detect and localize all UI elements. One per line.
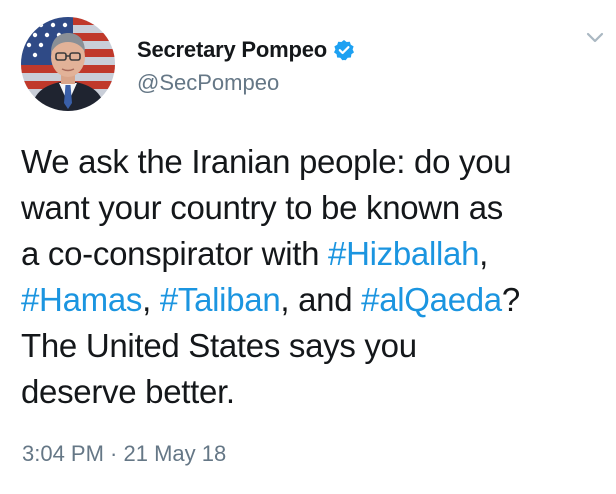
tweet-text-line: The United States says you [21, 323, 611, 369]
tweet-text-segment: , [479, 235, 488, 272]
tweet-text-segment: We ask the Iranian people: do you [21, 143, 512, 180]
chevron-down-icon[interactable] [584, 30, 606, 46]
tweet-timestamp[interactable]: 3:04 PM · 21 May 18 [22, 441, 226, 467]
tweet-text-segment: want your country to be known as [21, 189, 504, 226]
author-display-name[interactable]: Secretary Pompeo [137, 37, 327, 63]
tweet-text-segment: , [142, 281, 160, 318]
hashtag-link[interactable]: #alQaeda [361, 281, 502, 318]
tweet-text-line: a co-conspirator with #Hizballah, [21, 231, 611, 277]
tweet-text-segment: The United States says you [21, 327, 417, 364]
tweet-text-line: #Hamas, #Taliban, and #alQaeda? [21, 277, 611, 323]
verified-badge-icon [333, 39, 355, 61]
author-handle[interactable]: @SecPompeo [137, 70, 279, 96]
hashtag-link[interactable]: #Hizballah [328, 235, 479, 272]
tweet-text-line: We ask the Iranian people: do you [21, 139, 611, 185]
tweet-text-line: deserve better. [21, 369, 611, 415]
hashtag-link[interactable]: #Hamas [21, 281, 142, 318]
hashtag-link[interactable]: #Taliban [160, 281, 281, 318]
tweet-text-segment: a co-conspirator with [21, 235, 329, 272]
tweet-text: We ask the Iranian people: do you want yo… [21, 139, 611, 415]
tweet-card: Secretary Pompeo @SecPompeo We ask the I… [0, 0, 616, 494]
author-name-row[interactable]: Secretary Pompeo [137, 36, 355, 64]
tweet-text-line: want your country to be known as [21, 185, 611, 231]
tweet-text-segment: ? [501, 281, 520, 318]
avatar[interactable] [21, 17, 115, 111]
tweet-text-segment: deserve better. [21, 373, 235, 410]
tweet-text-segment: , and [280, 281, 362, 318]
